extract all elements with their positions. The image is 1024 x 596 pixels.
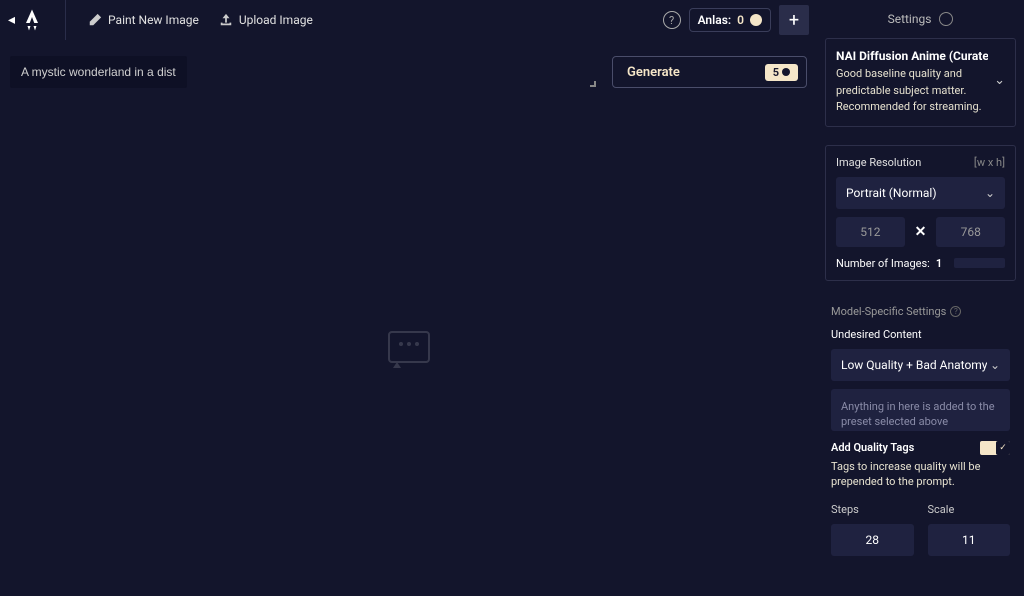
height-input[interactable]: 768 bbox=[936, 217, 1005, 247]
divider bbox=[65, 0, 66, 40]
num-images-label: Number of Images: bbox=[836, 257, 930, 270]
model-specific-label: Model-Specific Settings bbox=[831, 305, 946, 318]
steps-label: Steps bbox=[831, 503, 914, 516]
app-logo bbox=[23, 9, 41, 31]
cost-value: 5 bbox=[773, 66, 779, 79]
paint-label: Paint New Image bbox=[108, 13, 199, 27]
scale-label: Scale bbox=[928, 503, 1011, 516]
resolution-dropdown[interactable]: Portrait (Normal) ⌄ bbox=[836, 177, 1005, 209]
cost-badge: 5 bbox=[765, 64, 798, 81]
num-images-value: 1 bbox=[936, 257, 942, 270]
coin-icon bbox=[750, 14, 762, 26]
info-icon[interactable]: ? bbox=[950, 306, 961, 317]
undesired-textarea[interactable]: Anything in here is added to the preset … bbox=[831, 389, 1010, 431]
coin-icon bbox=[782, 68, 790, 76]
pencil-icon bbox=[88, 13, 102, 27]
undesired-label: Undesired Content bbox=[831, 328, 1010, 341]
upload-label: Upload Image bbox=[239, 13, 313, 27]
upload-image-button[interactable]: Upload Image bbox=[213, 9, 319, 31]
model-description: Good baseline quality and predictable su… bbox=[836, 66, 988, 116]
resolution-selected: Portrait (Normal) bbox=[846, 186, 937, 200]
anlas-balance[interactable]: Anlas: 0 bbox=[689, 8, 771, 32]
quality-tags-desc: Tags to increase quality will be prepend… bbox=[831, 459, 1010, 490]
generate-label: Generate bbox=[627, 65, 680, 80]
help-icon[interactable]: ? bbox=[663, 11, 681, 29]
reset-icon[interactable] bbox=[939, 12, 953, 26]
generate-button[interactable]: Generate 5 bbox=[612, 56, 807, 88]
paint-new-image-button[interactable]: Paint New Image bbox=[82, 9, 205, 31]
settings-label: Settings bbox=[888, 12, 932, 26]
times-icon: ✕ bbox=[911, 224, 931, 240]
undesired-dropdown[interactable]: Low Quality + Bad Anatomy ⌄ bbox=[831, 349, 1010, 381]
resolution-label: Image Resolution bbox=[836, 156, 921, 169]
scale-input[interactable]: 11 bbox=[928, 524, 1011, 556]
check-icon: ✓ bbox=[996, 441, 1010, 455]
add-button[interactable]: + bbox=[779, 5, 809, 35]
placeholder-icon bbox=[387, 330, 431, 371]
prompt-input[interactable] bbox=[10, 56, 187, 88]
resize-handle[interactable] bbox=[590, 81, 596, 87]
upload-icon bbox=[219, 13, 233, 27]
canvas-area bbox=[0, 104, 817, 596]
chevron-down-icon[interactable]: ⌄ bbox=[994, 73, 1005, 88]
model-title: NAI Diffusion Anime (Curated) bbox=[836, 49, 988, 63]
steps-input[interactable]: 28 bbox=[831, 524, 914, 556]
chevron-down-icon: ⌄ bbox=[990, 358, 1000, 372]
num-images-slider[interactable] bbox=[954, 258, 1005, 268]
quality-tags-label: Add Quality Tags bbox=[831, 441, 914, 454]
undesired-selected: Low Quality + Bad Anatomy bbox=[841, 358, 987, 372]
width-input[interactable]: 512 bbox=[836, 217, 905, 247]
anlas-label: Anlas: bbox=[698, 13, 732, 27]
anlas-value: 0 bbox=[737, 13, 744, 27]
resolution-hint: [w x h] bbox=[974, 156, 1005, 169]
back-arrow[interactable]: ◂ bbox=[8, 12, 15, 28]
quality-tags-toggle[interactable]: ✓ bbox=[980, 441, 1010, 455]
chevron-down-icon: ⌄ bbox=[985, 186, 995, 200]
